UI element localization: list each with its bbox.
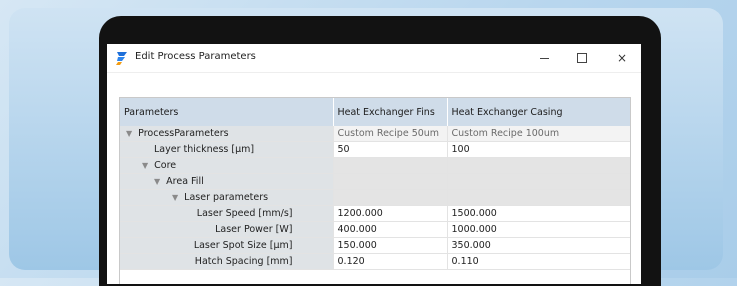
cell-value[interactable]: 0.110: [447, 253, 630, 270]
cell-value[interactable]: 0.120: [333, 253, 448, 270]
table-row[interactable]: Hatch Spacing [mm] 0.120 0.110: [120, 253, 630, 270]
table-row[interactable]: Layer thickness [µm] 50 100: [120, 141, 630, 158]
cell-value: [333, 157, 448, 174]
maximize-button[interactable]: [573, 49, 591, 67]
table-header-row: Parameters Heat Exchanger Fins Heat Exch…: [120, 98, 630, 126]
row-label: ProcessParameters: [138, 128, 229, 139]
cell-value[interactable]: Custom Recipe 50um: [333, 126, 448, 142]
cell-value[interactable]: 350.000: [447, 237, 630, 254]
table-row[interactable]: Laser Spot Size [µm] 150.000 350.000: [120, 237, 630, 254]
cell-value[interactable]: 50: [333, 141, 448, 158]
table-row[interactable]: Laser Power [W] 400.000 1000.000: [120, 221, 630, 238]
row-label: Layer thickness [µm]: [120, 141, 334, 158]
row-label: Laser Speed [mm/s]: [120, 205, 334, 222]
cell-value[interactable]: Custom Recipe 100um: [447, 126, 630, 142]
cell-value[interactable]: 1500.000: [447, 205, 630, 222]
collapse-chevron-icon[interactable]: ▼: [126, 129, 132, 138]
row-label: Laser parameters: [184, 192, 269, 203]
collapse-chevron-icon[interactable]: ▼: [154, 177, 160, 186]
tree-node-area-fill[interactable]: ▼ Area Fill: [120, 173, 334, 190]
cell-value[interactable]: 1000.000: [447, 221, 630, 238]
header-heat-exchanger-fins[interactable]: Heat Exchanger Fins: [333, 98, 448, 126]
cell-value: [447, 173, 630, 190]
maximize-icon: [577, 53, 587, 63]
row-label: Hatch Spacing [mm]: [120, 253, 334, 270]
cell-value[interactable]: 1200.000: [333, 205, 448, 222]
parameters-grid: Parameters Heat Exchanger Fins Heat Exch…: [119, 97, 631, 284]
tree-node-process-parameters[interactable]: ▼ ProcessParameters: [120, 126, 334, 142]
cell-value[interactable]: 100: [447, 141, 630, 158]
parameters-table: Parameters Heat Exchanger Fins Heat Exch…: [120, 98, 630, 270]
close-button[interactable]: ×: [613, 49, 631, 67]
application-window: Edit Process Parameters × Parameters Hea…: [107, 44, 641, 284]
table-row[interactable]: ▼ Area Fill: [120, 173, 630, 190]
table-row[interactable]: ▼ ProcessParameters Custom Recipe 50um Cu…: [120, 126, 630, 142]
cell-value: [447, 157, 630, 174]
cell-value: [333, 189, 448, 206]
close-icon: ×: [616, 51, 628, 65]
collapse-chevron-icon[interactable]: ▼: [172, 193, 178, 202]
row-label: Area Fill: [166, 176, 204, 187]
toolbar-area: [107, 73, 641, 97]
app-logo-icon: [116, 52, 127, 65]
row-label: Laser Power [W]: [120, 221, 334, 238]
cell-value: [333, 173, 448, 190]
table-row[interactable]: Laser Speed [mm/s] 1200.000 1500.000: [120, 205, 630, 222]
header-heat-exchanger-casing[interactable]: Heat Exchanger Casing: [447, 98, 630, 126]
title-bar[interactable]: Edit Process Parameters ×: [107, 44, 641, 73]
row-label: Laser Spot Size [µm]: [120, 237, 334, 254]
collapse-chevron-icon[interactable]: ▼: [142, 161, 148, 170]
table-row[interactable]: ▼ Laser parameters: [120, 189, 630, 206]
row-label: Core: [154, 160, 177, 171]
window-title: Edit Process Parameters: [135, 51, 256, 62]
cell-value: [447, 189, 630, 206]
cell-value[interactable]: 150.000: [333, 237, 448, 254]
minimize-icon: [539, 57, 549, 59]
cell-value[interactable]: 400.000: [333, 221, 448, 238]
tree-node-laser-parameters[interactable]: ▼ Laser parameters: [120, 189, 334, 206]
tree-node-core[interactable]: ▼ Core: [120, 157, 334, 174]
header-parameters[interactable]: Parameters: [120, 98, 334, 126]
table-row[interactable]: ▼ Core: [120, 157, 630, 174]
minimize-button[interactable]: [535, 49, 553, 67]
